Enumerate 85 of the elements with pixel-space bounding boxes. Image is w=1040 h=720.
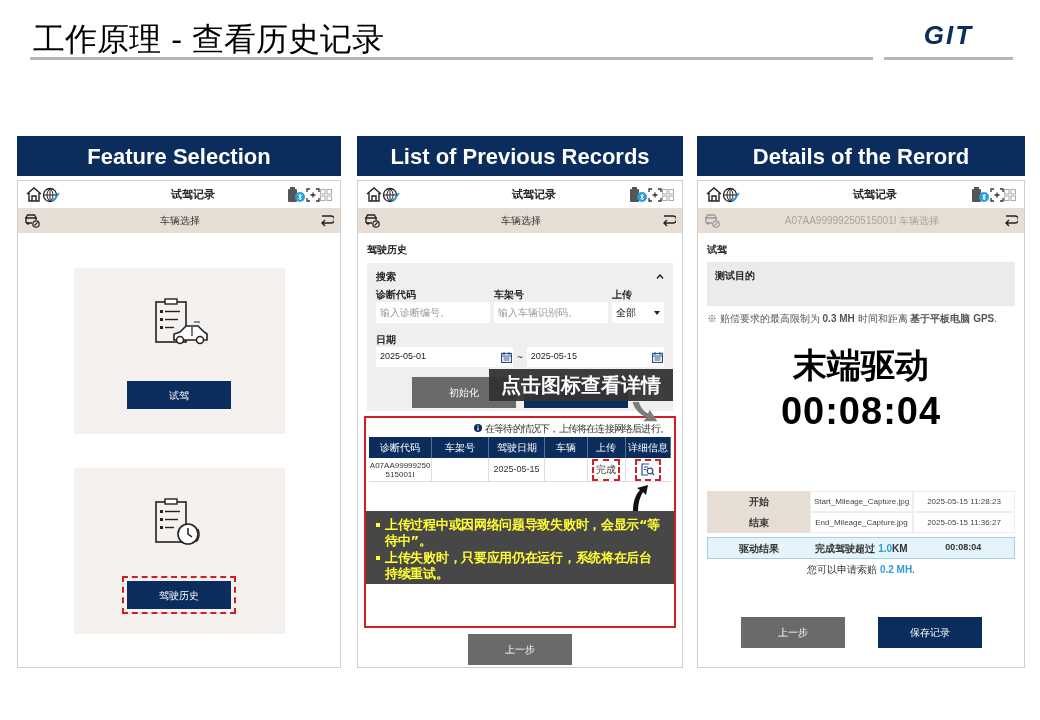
column-header: 上传 [588, 437, 626, 458]
feature-button[interactable]: 试驾 [127, 381, 231, 409]
timer: 00:08:04 [779, 391, 943, 431]
info-icon [474, 424, 482, 432]
section-title: 驾驶历史 [367, 243, 408, 257]
table-cell: End_Mileage_Capture.jpg [810, 512, 913, 533]
app-title: 试驾记录 [852, 187, 898, 203]
globe-icon[interactable] [722, 186, 740, 203]
field-label: 诊断代码 [376, 288, 417, 300]
scan-icon[interactable] [648, 187, 662, 202]
table-cell: A07AA99999250515001I [369, 461, 432, 479]
scan-icon[interactable] [990, 187, 1004, 202]
table-cell: 2025-05-15 11:36:27 [913, 512, 1015, 533]
calendar-icon[interactable] [501, 351, 512, 363]
car-icon[interactable] [364, 213, 380, 228]
car-icon[interactable] [24, 213, 40, 228]
vehicle-select-label: 车辆选择 [159, 214, 201, 228]
slide-title: 工作原理 - 查看历史记录 [33, 23, 385, 55]
panel-heading: List of Previous Records [357, 136, 683, 176]
details-button[interactable] [635, 458, 662, 481]
home-icon[interactable] [366, 187, 382, 202]
calendar-icon[interactable] [651, 351, 663, 363]
drive-status: 末端驱动 [792, 345, 930, 385]
search-title: 搜索 [376, 269, 396, 284]
table-cell: 开始 [707, 491, 810, 512]
table-cell: 结束 [707, 512, 810, 533]
date-value: 2025-05-01 [380, 350, 427, 364]
date-field[interactable]: 2025-05-01 [376, 347, 513, 367]
panel-heading: Feature Selection [17, 136, 341, 176]
result-label: 驱动结果 [738, 541, 781, 556]
vehicle-select-label: 车辆选择 [500, 214, 542, 228]
column-header: 驾驶日期 [489, 437, 545, 458]
globe-icon[interactable] [42, 186, 60, 203]
column-header: 车辆 [544, 437, 589, 458]
panel-heading: Details of the Rerord [697, 136, 1025, 176]
limit-note: ※ 赔偿要求的最高限制为 0.3 MH 时间和距离 基于平板电脑 GPS. [707, 313, 999, 325]
note-text: 上传失败时，只要应用仍在运行，系统将在后台持续重试。 [385, 550, 653, 582]
return-icon[interactable] [1004, 214, 1018, 227]
return-icon[interactable] [320, 214, 334, 227]
home-icon[interactable] [26, 187, 42, 202]
back-button[interactable]: 上一步 [740, 617, 845, 648]
back-button[interactable]: 上一步 [468, 634, 572, 665]
result-duration: 00:08:04 [944, 541, 983, 555]
table-cell: 2025-05-15 11:28:23 [913, 491, 1015, 512]
app-title: 试驾记录 [511, 187, 557, 203]
scan-icon[interactable] [306, 187, 320, 202]
column-header: 车架号 [432, 437, 490, 458]
bluetooth-device-icon[interactable] [970, 186, 990, 203]
curved-arrow-icon [630, 402, 660, 422]
bullet-icon [376, 556, 380, 560]
table-cell-text: 2025-05-15 [493, 462, 540, 476]
hint-tooltip: 点击图标查看详情 [489, 369, 673, 401]
date-separator: ~ [517, 350, 523, 365]
bluetooth-device-icon[interactable] [628, 186, 648, 203]
field-label: 车架号 [494, 288, 525, 300]
result-distance: 完成驾驶超过 1.0KM [814, 541, 909, 556]
logo: GIT [923, 21, 974, 48]
field-label: 上传 [612, 288, 633, 300]
text-field[interactable]: 输入诊断编号。 [376, 302, 490, 323]
home-icon[interactable] [706, 187, 722, 202]
save-button[interactable]: 保存记录 [877, 617, 982, 648]
field-label: 日期 [376, 333, 397, 345]
date-value: 2025-05-15 [530, 350, 577, 364]
text-field[interactable]: 输入车辆识别码。 [494, 302, 608, 323]
dropdown-value: 全部 [616, 306, 636, 320]
note-text: 上传过程中或因网络问题导致失败时，会显示“等待中”。 [385, 517, 661, 549]
document-search-icon [641, 463, 656, 476]
bluetooth-device-icon[interactable] [286, 186, 306, 203]
globe-icon[interactable] [382, 186, 400, 203]
upload-status: 完成 [592, 458, 621, 481]
bullet-icon [376, 523, 380, 527]
caret-icon [654, 310, 660, 315]
purpose-label: 测试目的 [715, 269, 756, 283]
upload-dropdown[interactable]: 全部 [612, 302, 664, 323]
column-header: 详细信息 [625, 437, 671, 458]
claim-text: 您可以申请索赔 0.2 MH. [806, 563, 916, 577]
section-title: 试驾 [707, 243, 728, 257]
return-icon[interactable] [662, 214, 676, 227]
info-text: 在等待的情况下，上传将在连接网络后进行。 [485, 421, 669, 436]
feature-button[interactable]: 驾驶历史 [127, 581, 231, 609]
app-title: 试驾记录 [170, 187, 216, 203]
collapse-icon[interactable] [656, 273, 664, 279]
column-header: 诊断代码 [369, 437, 433, 458]
table-cell: Start_Mileage_Capture.jpg [810, 491, 913, 512]
date-field[interactable]: 2025-05-15 [526, 347, 664, 367]
